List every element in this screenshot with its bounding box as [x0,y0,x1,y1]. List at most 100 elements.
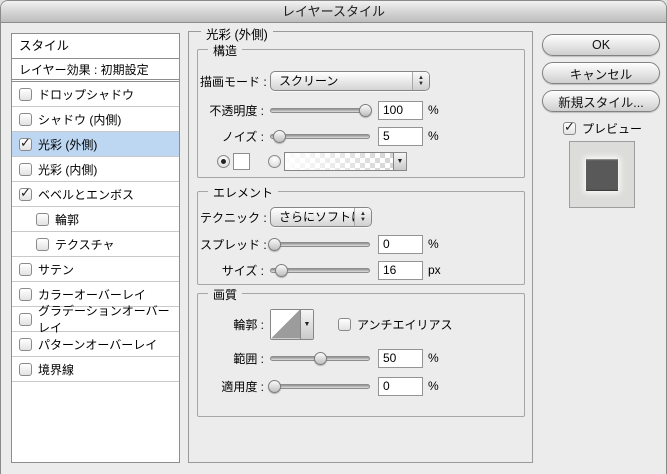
size-slider-thumb[interactable] [275,264,288,277]
contour-linear-icon [271,310,300,339]
sidebar-effect-item[interactable]: ✓ 光彩 (外側) [12,132,179,157]
noise-slider[interactable] [270,134,370,139]
effect-checkbox[interactable]: ✓ [19,88,32,101]
effect-checkbox[interactable]: ✓ [36,238,49,251]
effect-label: 光彩 (内側) [38,161,97,178]
gradient-dropdown-arrow-icon[interactable]: ▼ [393,153,406,170]
effect-checkbox[interactable]: ✓ [19,138,32,151]
opacity-slider-thumb[interactable] [359,104,372,117]
preview-label: プレビュー [582,120,642,137]
noise-label: ノイズ : [200,128,264,145]
effect-checkbox[interactable]: ✓ [19,163,32,176]
blend-mode-row: 描画モード : スクリーン ▲▼ [200,70,518,92]
effect-checkbox[interactable]: ✓ [19,263,32,276]
contour-thumbnail[interactable] [271,310,300,339]
spread-label: スプレッド : [200,236,264,253]
layer-style-dialog: レイヤースタイル スタイル レイヤー効果 : 初期設定 ✓ ドロップシャドウ ✓… [0,0,667,474]
jitter-unit: % [428,379,439,393]
outer-glow-panel: 光彩 (外側) 構造 描画モード : スクリーン ▲▼ 不透明度 : % [188,31,533,463]
sidebar-effect-item[interactable]: ✓ 光彩 (内側) [12,157,179,182]
jitter-slider-thumb[interactable] [268,380,281,393]
antialias-label: アンチエイリアス [357,316,453,333]
preview-thumbnail [569,141,635,208]
quality-legend: 画質 [208,286,242,303]
opacity-slider[interactable] [270,108,370,113]
range-label: 範囲 : [200,350,264,367]
panel-title: 光彩 (外側) [201,24,273,43]
effect-label: カラーオーバーレイ [38,286,146,303]
size-slider[interactable] [270,268,370,273]
size-input[interactable] [378,261,423,280]
sidebar-effect-item[interactable]: ✓ 境界線 [12,357,179,382]
technique-value: さらにソフトに [271,208,354,226]
gradient-picker[interactable]: ▼ [284,152,407,171]
blend-mode-value: スクリーン [271,72,412,90]
sidebar-effect-item[interactable]: ✓ ベベルとエンボス [12,182,179,207]
preview-checkbox[interactable]: ✓ [563,122,576,135]
popup-arrows-icon: ▲▼ [354,208,371,226]
blend-mode-label: 描画モード : [200,73,264,90]
structure-legend: 構造 [208,42,242,59]
jitter-slider[interactable] [270,384,370,389]
range-slider-thumb[interactable] [314,352,327,365]
gradient-radio[interactable] [268,155,281,168]
sidebar-effect-item[interactable]: ✓ 輪郭 [12,207,179,232]
spread-slider-thumb[interactable] [268,238,281,251]
size-unit: px [428,263,441,277]
sidebar-effect-item[interactable]: ✓ シャドウ (内側) [12,107,179,132]
range-row: 範囲 : % [200,348,518,368]
effect-checkbox[interactable]: ✓ [36,213,49,226]
noise-slider-thumb[interactable] [273,130,286,143]
effect-label: ベベルとエンボス [38,186,134,203]
effect-checkbox[interactable]: ✓ [19,113,32,126]
technique-label: テクニック : [200,209,264,226]
jitter-row: 適用度 : % [200,376,518,396]
effect-checkbox[interactable]: ✓ [19,313,32,326]
effect-checkbox[interactable]: ✓ [19,338,32,351]
sidebar-effect-item[interactable]: ✓ ドロップシャドウ [12,82,179,107]
effect-label: 光彩 (外側) [38,136,97,153]
effect-checkbox[interactable]: ✓ [19,188,32,201]
preview-toggle[interactable]: ✓ プレビュー [563,120,642,137]
opacity-input[interactable] [378,101,423,120]
technique-select[interactable]: さらにソフトに ▲▼ [270,207,372,227]
elements-legend: エレメント [208,184,278,201]
spread-unit: % [428,237,439,251]
sidebar-effect-item[interactable]: ✓ テクスチャ [12,232,179,257]
sidebar-item-blending-defaults[interactable]: レイヤー効果 : 初期設定 [12,59,179,82]
sidebar-header: スタイル [12,34,179,59]
blend-mode-select[interactable]: スクリーン ▲▼ [270,71,430,91]
range-input[interactable] [378,349,423,368]
cancel-button[interactable]: キャンセル [542,62,660,84]
contour-row: 輪郭 : ▼ ✓ アンチエイリアス [200,308,518,340]
jitter-input[interactable] [378,377,423,396]
effect-label: 境界線 [38,361,74,378]
glow-color-swatch[interactable] [233,153,250,170]
popup-arrows-icon: ▲▼ [412,72,429,90]
glow-color-row: ▼ [200,150,518,172]
effect-checkbox[interactable]: ✓ [19,363,32,376]
range-slider[interactable] [270,356,370,361]
sidebar-effect-item[interactable]: ✓ グラデーションオーバーレイ [12,307,179,332]
range-unit: % [428,351,439,365]
sidebar-effect-item[interactable]: ✓ サテン [12,257,179,282]
effect-checkbox[interactable]: ✓ [19,288,32,301]
spread-input[interactable] [378,235,423,254]
ok-button[interactable]: OK [542,34,660,56]
effects-list: ✓ ドロップシャドウ ✓ シャドウ (内側) ✓ 光彩 (外側) ✓ 光彩 (内… [12,82,179,382]
dialog-title: レイヤースタイル [282,4,385,19]
gradient-preview[interactable] [285,153,393,170]
noise-row: ノイズ : % [200,126,518,146]
opacity-label: 不透明度 : [200,102,264,119]
noise-input[interactable] [378,127,423,146]
new-style-button[interactable]: 新規スタイル... [542,90,660,112]
size-label: サイズ : [200,262,264,279]
spread-slider[interactable] [270,242,370,247]
contour-dropdown-arrow-icon[interactable]: ▼ [300,310,313,339]
color-radio[interactable] [217,155,230,168]
structure-group: 構造 描画モード : スクリーン ▲▼ 不透明度 : % [197,49,525,178]
antialias-checkbox[interactable]: ✓ [338,318,351,331]
contour-picker[interactable]: ▼ [270,309,314,340]
sidebar-effect-item[interactable]: ✓ パターンオーバーレイ [12,332,179,357]
titlebar[interactable]: レイヤースタイル [1,1,666,23]
